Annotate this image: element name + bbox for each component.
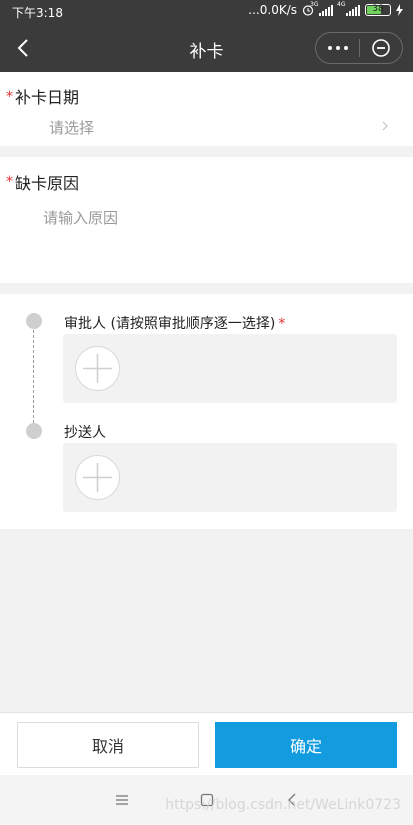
network-speed: ...0.0K/s: [248, 3, 297, 17]
confirm-button[interactable]: 确定: [215, 722, 397, 768]
status-icons: ...0.0K/s 3G 4G 38: [248, 1, 403, 17]
battery-icon: 38: [365, 4, 391, 16]
status-time: 下午3:18: [12, 6, 63, 20]
required-mark: *: [6, 89, 13, 105]
timeline-line: [33, 330, 34, 423]
required-mark: *: [6, 174, 13, 190]
timeline-dot-approver: [26, 313, 42, 329]
approver-picker: [63, 334, 397, 403]
menu-icon[interactable]: [114, 792, 130, 808]
nav-bar: 补卡: [0, 24, 413, 72]
charging-icon: [396, 4, 403, 16]
cc-picker: [63, 443, 397, 512]
date-picker[interactable]: 请选择: [49, 117, 94, 138]
timeline-dot-cc: [26, 423, 42, 439]
approver-label: 审批人 (请按照审批顺序逐一选择) *: [64, 316, 286, 332]
plus-icon: [83, 463, 112, 492]
reason-input[interactable]: 请输入原因: [43, 207, 118, 228]
plus-icon: [83, 354, 112, 383]
date-section: * 补卡日期 请选择: [0, 72, 413, 146]
action-bar: 取消 确定: [0, 712, 413, 775]
required-mark: *: [278, 316, 286, 332]
date-label: 补卡日期: [15, 88, 80, 107]
cancel-button[interactable]: 取消: [17, 722, 199, 768]
add-cc-button[interactable]: [75, 455, 120, 500]
exit-mini-program-icon[interactable]: [360, 33, 402, 63]
watermark: https://blog.csdn.net/WeLink0723: [165, 797, 401, 813]
reason-section: * 缺卡原因 请输入原因: [0, 157, 413, 283]
status-bar: 下午3:18 ...0.0K/s 3G 4G 38: [0, 0, 413, 24]
reason-label: 缺卡原因: [15, 174, 80, 193]
signal-4g-icon: 4G: [337, 1, 360, 16]
more-icon[interactable]: [316, 33, 359, 63]
chevron-right-icon: [382, 121, 388, 131]
add-approver-button[interactable]: [75, 346, 120, 391]
cc-label: 抄送人: [64, 425, 106, 441]
system-nav-bar: https://blog.csdn.net/WeLink0723: [0, 775, 413, 825]
mini-program-capsule: [315, 32, 403, 64]
signal-3g-icon: 3G: [310, 1, 333, 16]
